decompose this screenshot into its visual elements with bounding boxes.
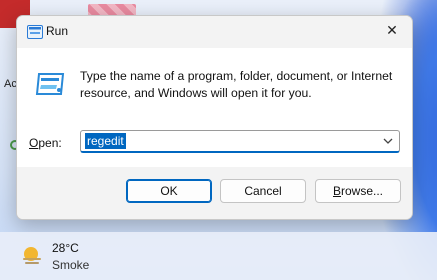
chevron-down-icon[interactable] — [381, 134, 395, 148]
title-bar[interactable]: Run ✕ — [17, 16, 412, 48]
close-button[interactable]: ✕ — [372, 16, 412, 46]
taskbar: 28°C Smoke — [0, 232, 437, 280]
run-icon — [35, 73, 65, 95]
run-title-icon — [27, 25, 43, 39]
open-combobox[interactable]: regedit — [80, 130, 400, 153]
desktop-icon-label[interactable]: Ac — [4, 78, 17, 90]
window-title: Run — [46, 24, 69, 38]
open-label-text: pen: — [38, 136, 62, 150]
browse-access-key: B — [332, 184, 341, 198]
close-icon: ✕ — [386, 23, 398, 39]
dialog-footer: OK Cancel Browse... — [17, 167, 412, 219]
weather-temperature[interactable]: 28°C — [52, 241, 79, 255]
sun-haze-icon[interactable] — [20, 244, 44, 268]
open-label-access-key: O — [29, 136, 39, 150]
open-input-value[interactable]: regedit — [85, 133, 126, 149]
run-description: Type the name of a program, folder, docu… — [80, 69, 393, 100]
open-label: Open: — [29, 136, 62, 150]
weather-condition[interactable]: Smoke — [52, 258, 89, 272]
dialog-content: Type the name of a program, folder, docu… — [17, 48, 412, 167]
browse-label: rowse... — [341, 184, 384, 198]
ok-button[interactable]: OK — [126, 179, 212, 203]
browse-button[interactable]: Browse... — [315, 179, 401, 203]
run-dialog: Run ✕ Type the name of a program, folder… — [16, 15, 413, 220]
cancel-button[interactable]: Cancel — [220, 179, 306, 203]
